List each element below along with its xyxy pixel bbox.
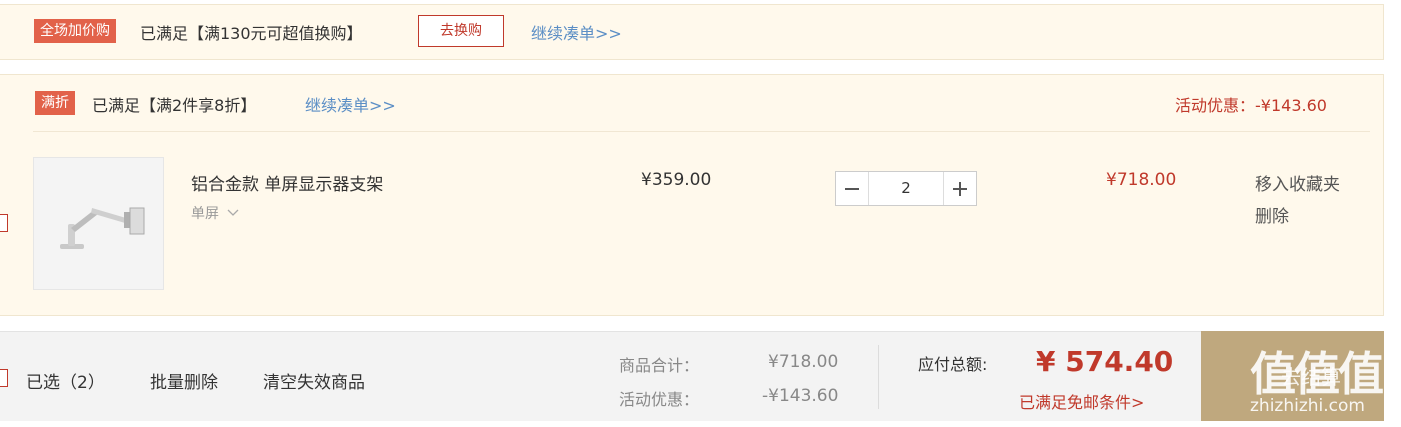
quantity-input[interactable]: 2 <box>868 172 944 205</box>
decrease-button[interactable] <box>836 172 868 205</box>
goods-total-value: ¥718.00 <box>768 352 839 372</box>
discount-status: 已满足【满2件享8折】 <box>92 96 257 115</box>
selected-count: 已选（2） <box>26 373 105 393</box>
unit-price: ¥359.00 <box>641 170 712 190</box>
payable-label: 应付总额: <box>918 355 988 374</box>
chevron-down-icon <box>227 209 239 216</box>
variant-label: 单屏 <box>191 206 219 222</box>
promo-tag-discount: 满折 <box>35 91 75 115</box>
payable-total: ¥ 574.40 <box>1036 345 1174 378</box>
group-divider <box>33 131 1370 132</box>
watermark-brand: 值值值 <box>1250 347 1384 401</box>
select-all-checkbox[interactable] <box>0 369 8 387</box>
monitor-arm-image <box>60 207 145 249</box>
continue-shopping-link[interactable]: 继续凑单>> <box>531 20 622 44</box>
product-title[interactable]: 铝合金款 单屏显示器支架 <box>191 170 383 195</box>
item-subtotal: ¥718.00 <box>1106 170 1177 190</box>
exchange-button[interactable]: 去换购 <box>418 15 504 47</box>
move-to-favorites-link[interactable]: 移入收藏夹 <box>1255 170 1340 195</box>
delete-link[interactable]: 删除 <box>1255 202 1289 227</box>
variant-select[interactable]: 单屏 <box>191 203 239 223</box>
item-checkbox[interactable] <box>0 214 8 232</box>
clear-invalid-link[interactable]: 清空失效商品 <box>263 368 365 393</box>
discount-label: 活动优惠： <box>619 390 700 409</box>
promo-status: 已满足【满130元可超值换购】 <box>140 24 363 43</box>
watermark-domain: zhizhizhi.com <box>1250 396 1365 416</box>
free-shipping-link[interactable]: 已满足免邮条件> <box>1019 389 1144 413</box>
batch-delete-link[interactable]: 批量删除 <box>150 368 218 393</box>
quantity-stepper: 2 <box>835 171 977 206</box>
continue-shopping-link-2[interactable]: 继续凑单>> <box>305 92 396 116</box>
product-thumbnail[interactable] <box>33 157 164 290</box>
minus-icon <box>845 187 859 190</box>
summary-separator <box>878 345 879 409</box>
promo-tag-addon: 全场加价购 <box>34 19 116 43</box>
increase-button[interactable] <box>944 172 976 205</box>
group-discount-amount: 活动优惠：-¥143.60 <box>1175 96 1327 115</box>
plus-icon <box>953 181 967 196</box>
discount-value: -¥143.60 <box>762 386 839 406</box>
goods-total-label: 商品合计： <box>619 356 700 375</box>
